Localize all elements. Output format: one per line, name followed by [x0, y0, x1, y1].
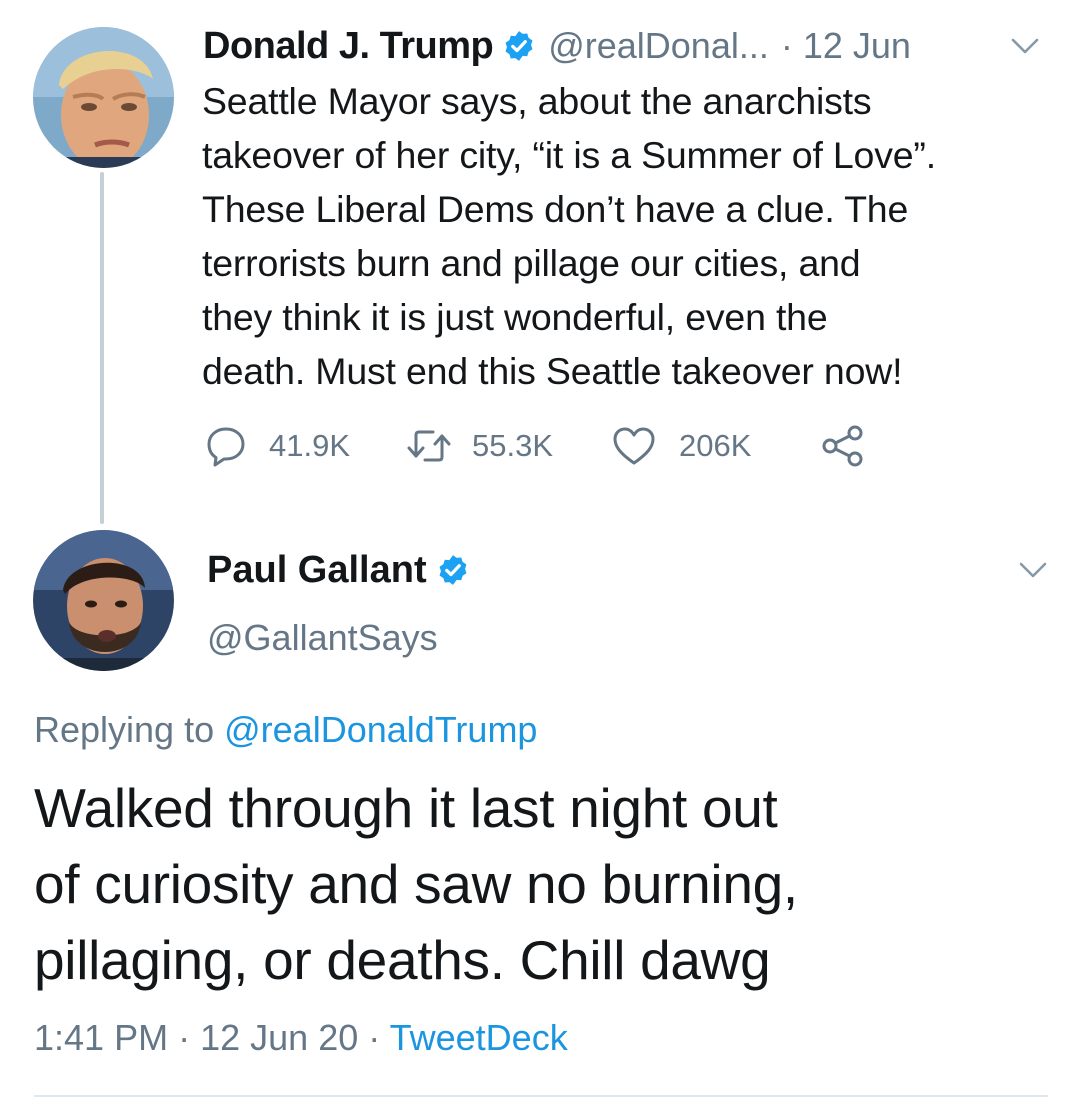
heart-icon	[613, 427, 655, 465]
avatar-portrait-icon	[33, 530, 174, 671]
divider	[34, 1095, 1048, 1097]
share-button[interactable]	[821, 420, 865, 472]
avatar-original-author[interactable]	[33, 27, 174, 168]
replying-to-mention-link[interactable]: @realDonaldTrump	[224, 709, 537, 750]
tweet-actions-bar: 41.9K 55.3K 206K	[205, 420, 865, 472]
original-handle[interactable]: @realDonal...	[548, 25, 769, 67]
tweet-meta-line: 1:41 PM · 12 Jun 20 · TweetDeck	[34, 1012, 568, 1064]
reply-button[interactable]: 41.9K	[205, 420, 350, 472]
reply-icon	[207, 427, 245, 467]
like-button[interactable]: 206K	[611, 420, 751, 472]
reply-author-name-row: Paul Gallant	[207, 545, 470, 595]
retweet-icon	[407, 430, 451, 462]
avatar-portrait-icon	[33, 27, 174, 168]
verified-badge-icon	[439, 555, 467, 585]
original-display-name[interactable]: Donald J. Trump	[203, 25, 494, 68]
avatar-reply-author[interactable]	[33, 530, 174, 671]
source-app-link[interactable]: TweetDeck	[390, 1017, 568, 1058]
share-icon	[822, 425, 863, 467]
meta-separator: ·	[368, 1017, 381, 1058]
meta-separator: ·	[178, 1017, 191, 1058]
reply-count: 41.9K	[269, 428, 351, 463]
replying-to-label: Replying to	[34, 709, 215, 750]
original-tweet-text: Seattle Mayor says, about the anarchists…	[202, 80, 936, 392]
verified-badge-icon	[505, 31, 533, 61]
replying-to-line: Replying to @realDonaldTrump	[34, 706, 537, 754]
chevron-down-icon[interactable]	[1018, 560, 1048, 580]
original-tweet-header: Donald J. Trump @realDonal... · 12 Jun	[203, 20, 911, 72]
reply-handle[interactable]: @GallantSays	[207, 614, 438, 662]
chevron-down-icon[interactable]	[1010, 36, 1040, 56]
thread-connector-line	[100, 172, 104, 524]
retweet-count: 55.3K	[472, 428, 554, 463]
header-separator: ·	[780, 25, 793, 66]
reply-date[interactable]: 12 Jun 20	[200, 1017, 358, 1058]
like-count: 206K	[679, 428, 752, 463]
retweet-button[interactable]: 55.3K	[406, 420, 553, 472]
reply-tweet-text: Walked through it last night out of curi…	[34, 777, 798, 991]
reply-display-name[interactable]: Paul Gallant	[207, 549, 427, 592]
reply-time[interactable]: 1:41 PM	[34, 1017, 168, 1058]
original-date[interactable]: 12 Jun	[803, 25, 911, 67]
